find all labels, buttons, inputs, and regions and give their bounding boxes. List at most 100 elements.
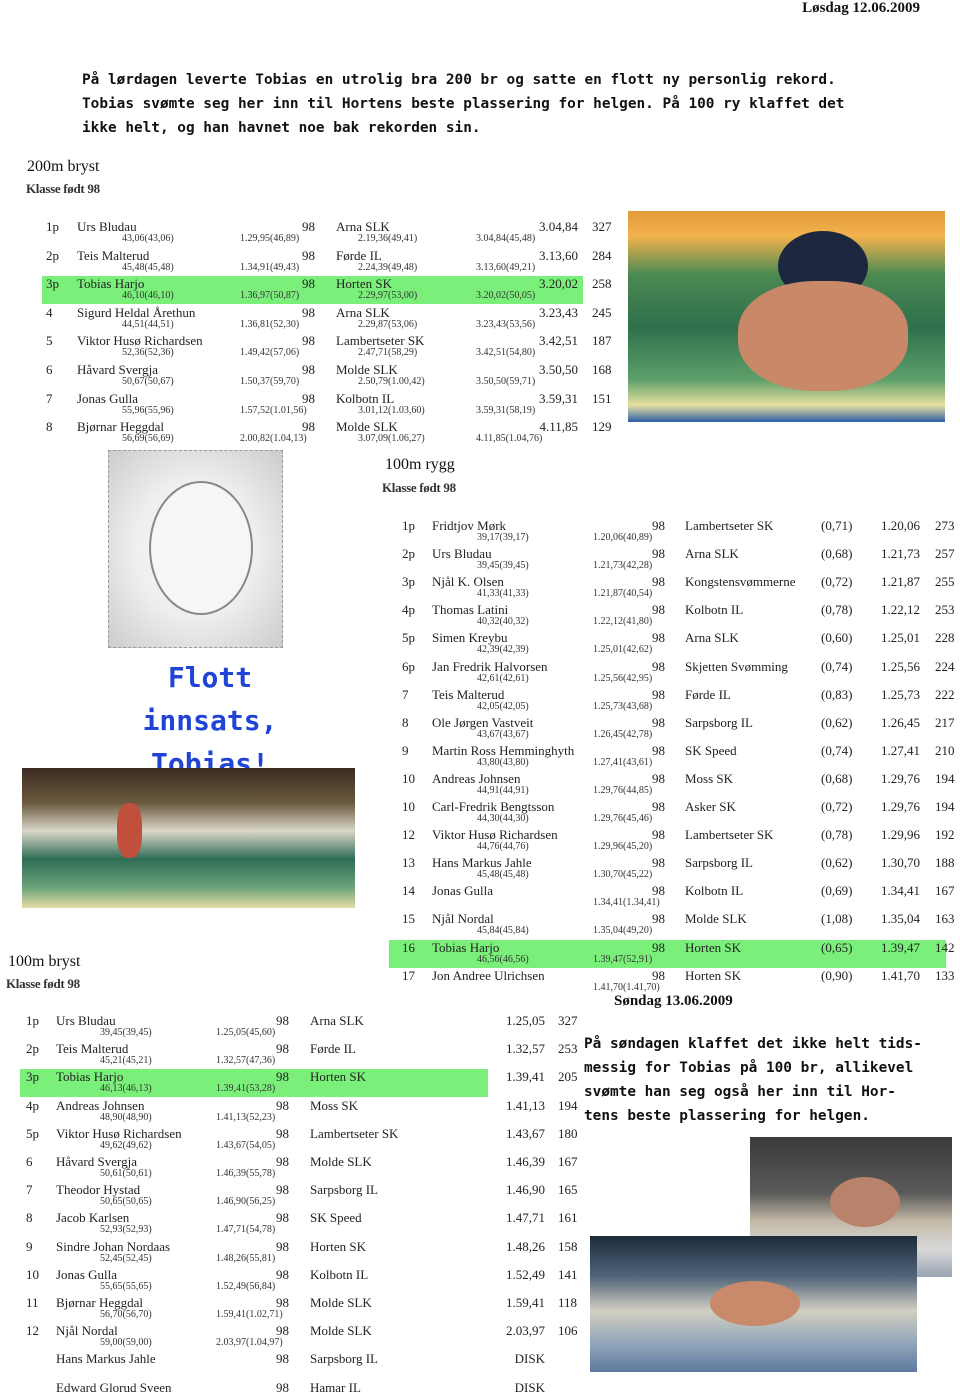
final-time: 1.32,57 bbox=[506, 1041, 545, 1057]
final-time: 3.20,02 bbox=[539, 276, 578, 292]
final-time: 1.29,96 bbox=[881, 827, 920, 843]
split-100: 1.29,76(45,46) bbox=[593, 813, 653, 824]
split-100: 1.30,70(45,22) bbox=[593, 869, 653, 881]
place: 7 bbox=[46, 390, 53, 406]
club: Molde SLK bbox=[310, 1295, 372, 1310]
birth-year: 98 bbox=[276, 1069, 289, 1085]
result-row: 7 Teis Malterud 98 Førde IL (0,83) 1.25,73 222… bbox=[389, 686, 955, 715]
reaction-time: (0,68) bbox=[821, 770, 853, 786]
final-time: 3.59,31 bbox=[539, 390, 578, 406]
split-100: 2.00,82(1.04,13) bbox=[240, 433, 307, 445]
birth-year: 98 bbox=[652, 686, 665, 702]
final-time: 1.47,71 bbox=[506, 1210, 545, 1226]
place: 16 bbox=[402, 939, 415, 955]
birth-year: 98 bbox=[276, 1041, 289, 1057]
split-50: 40,32(40,32) bbox=[477, 616, 529, 628]
reaction-time: (0,78) bbox=[821, 602, 853, 618]
points: 257 bbox=[935, 546, 955, 562]
birth-year: 98 bbox=[302, 219, 315, 234]
place: 13 bbox=[402, 855, 415, 871]
sunday-text: På søndagen klaffet det ikke helt tids- … bbox=[584, 1032, 922, 1128]
split-100: 1.27,41(43,61) bbox=[593, 756, 653, 768]
points: 161 bbox=[558, 1210, 578, 1226]
final-time: 1.25,01 bbox=[881, 630, 920, 646]
birth-year: 98 bbox=[652, 799, 665, 814]
reaction-time: (0,65) bbox=[821, 939, 853, 955]
result-row: 4p Thomas Latini 98 Kolbotn IL (0,78) 1.22,12… bbox=[389, 602, 955, 630]
split-150: 2.50,79(1.00,42) bbox=[358, 376, 425, 387]
place: 3p bbox=[26, 1069, 39, 1085]
place: 10 bbox=[26, 1266, 39, 1282]
text-line: ikke helt, og han havnet noe bak rekorde… bbox=[82, 120, 481, 136]
final-time: 1.29,76 bbox=[881, 770, 920, 786]
final-time: 1.39,47 bbox=[881, 939, 920, 955]
final-time: 3.50,50 bbox=[539, 362, 578, 377]
birth-year: 98 bbox=[652, 742, 665, 758]
final-time: 3.23,43 bbox=[539, 304, 578, 320]
points: 165 bbox=[558, 1182, 578, 1198]
place: 3p bbox=[402, 574, 415, 590]
points: 133 bbox=[935, 967, 955, 983]
points: 255 bbox=[935, 574, 955, 590]
points: 167 bbox=[558, 1154, 578, 1169]
points: 194 bbox=[935, 770, 955, 786]
result-row: 2p Urs Bludau 98 Arna SLK (0,68) 1.21,73 257 39… bbox=[389, 546, 955, 574]
split-150: 3.01,12(1.03,60) bbox=[358, 404, 425, 416]
split-100: 1.49,42(57,06) bbox=[240, 347, 300, 359]
club: Molde SLK bbox=[310, 1323, 372, 1339]
club: Førde IL bbox=[310, 1041, 356, 1057]
place: 6 bbox=[26, 1154, 33, 1169]
split-50: 44,51(44,51) bbox=[122, 318, 174, 330]
points: 188 bbox=[935, 855, 955, 871]
club: Lambertseter SK bbox=[685, 827, 774, 843]
final-time: 2.03,97 bbox=[506, 1323, 545, 1339]
newsletter-page: Løsdag 12.06.2009 På lørdagen leverte To… bbox=[0, 0, 960, 1394]
birth-year: 98 bbox=[302, 362, 315, 377]
split-100: 1.29,96(45,20) bbox=[593, 841, 653, 853]
points: 228 bbox=[935, 630, 955, 646]
club: Horten SK bbox=[685, 939, 741, 955]
place: 12 bbox=[402, 827, 415, 843]
event-title-100-bryst: 100m bryst bbox=[8, 953, 81, 970]
result-row: 3p Tobias Harjo 98 Horten SK 3.20,02 258 46,10… bbox=[42, 276, 612, 305]
points: 284 bbox=[592, 247, 612, 263]
class-label: Klasse født 98 bbox=[382, 480, 456, 495]
final-time: 1.27,41 bbox=[881, 742, 920, 758]
split-200: 3.59,31(58,19) bbox=[476, 404, 536, 416]
split-100: 1.48,26(55,81) bbox=[216, 1252, 276, 1264]
final-time: 3.42,51 bbox=[539, 333, 578, 349]
final-time: 1.46,90 bbox=[506, 1182, 545, 1198]
place: 3p bbox=[46, 276, 59, 292]
place: 2p bbox=[26, 1041, 39, 1057]
reaction-time: (0,60) bbox=[821, 630, 853, 646]
split-50: 46,13(46,13) bbox=[100, 1083, 152, 1095]
birth-year: 98 bbox=[276, 1125, 289, 1141]
place: 6 bbox=[46, 362, 53, 377]
split-50: 52,45(52,45) bbox=[100, 1252, 152, 1264]
points: 217 bbox=[935, 714, 955, 730]
club: Arna SLK bbox=[310, 1013, 364, 1028]
split-100: 1.21,87(40,54) bbox=[593, 588, 653, 600]
split-50: 41,33(41,33) bbox=[477, 588, 529, 600]
split-50: 48,90(48,90) bbox=[100, 1111, 152, 1123]
reaction-time: (0,68) bbox=[821, 546, 853, 562]
result-row: 12 Njål Nordal 98 Molde SLK 2.03,97 106 59,00(… bbox=[20, 1323, 578, 1351]
club: Horten SK bbox=[685, 967, 741, 983]
birth-year: 98 bbox=[302, 276, 315, 292]
birth-year: 98 bbox=[276, 1182, 289, 1198]
club: Skjetten Svømming bbox=[685, 658, 788, 674]
portrait-sketch bbox=[108, 450, 283, 648]
reaction-time: (1,08) bbox=[821, 911, 853, 927]
birth-year: 98 bbox=[652, 714, 665, 730]
result-row: 1p Urs Bludau 98 Arna SLK 3.04,84 327 43,06(43… bbox=[42, 219, 612, 247]
points: 194 bbox=[558, 1097, 578, 1113]
split-50: 45,84(45,84) bbox=[477, 925, 529, 937]
swimmer-name: Jonas Gulla bbox=[432, 883, 494, 899]
place: 8 bbox=[402, 714, 409, 730]
text-line: tens beste plassering for helgen. bbox=[584, 1108, 870, 1124]
birth-year: 98 bbox=[652, 770, 665, 786]
text-line: svømte han seg også her inn til Hor- bbox=[584, 1084, 896, 1100]
reaction-time: (0,72) bbox=[821, 574, 853, 590]
result-row: 12 Viktor Husø Richardsen 98 Lambertseter S… bbox=[389, 827, 955, 855]
reaction-time: (0,71) bbox=[821, 518, 853, 533]
